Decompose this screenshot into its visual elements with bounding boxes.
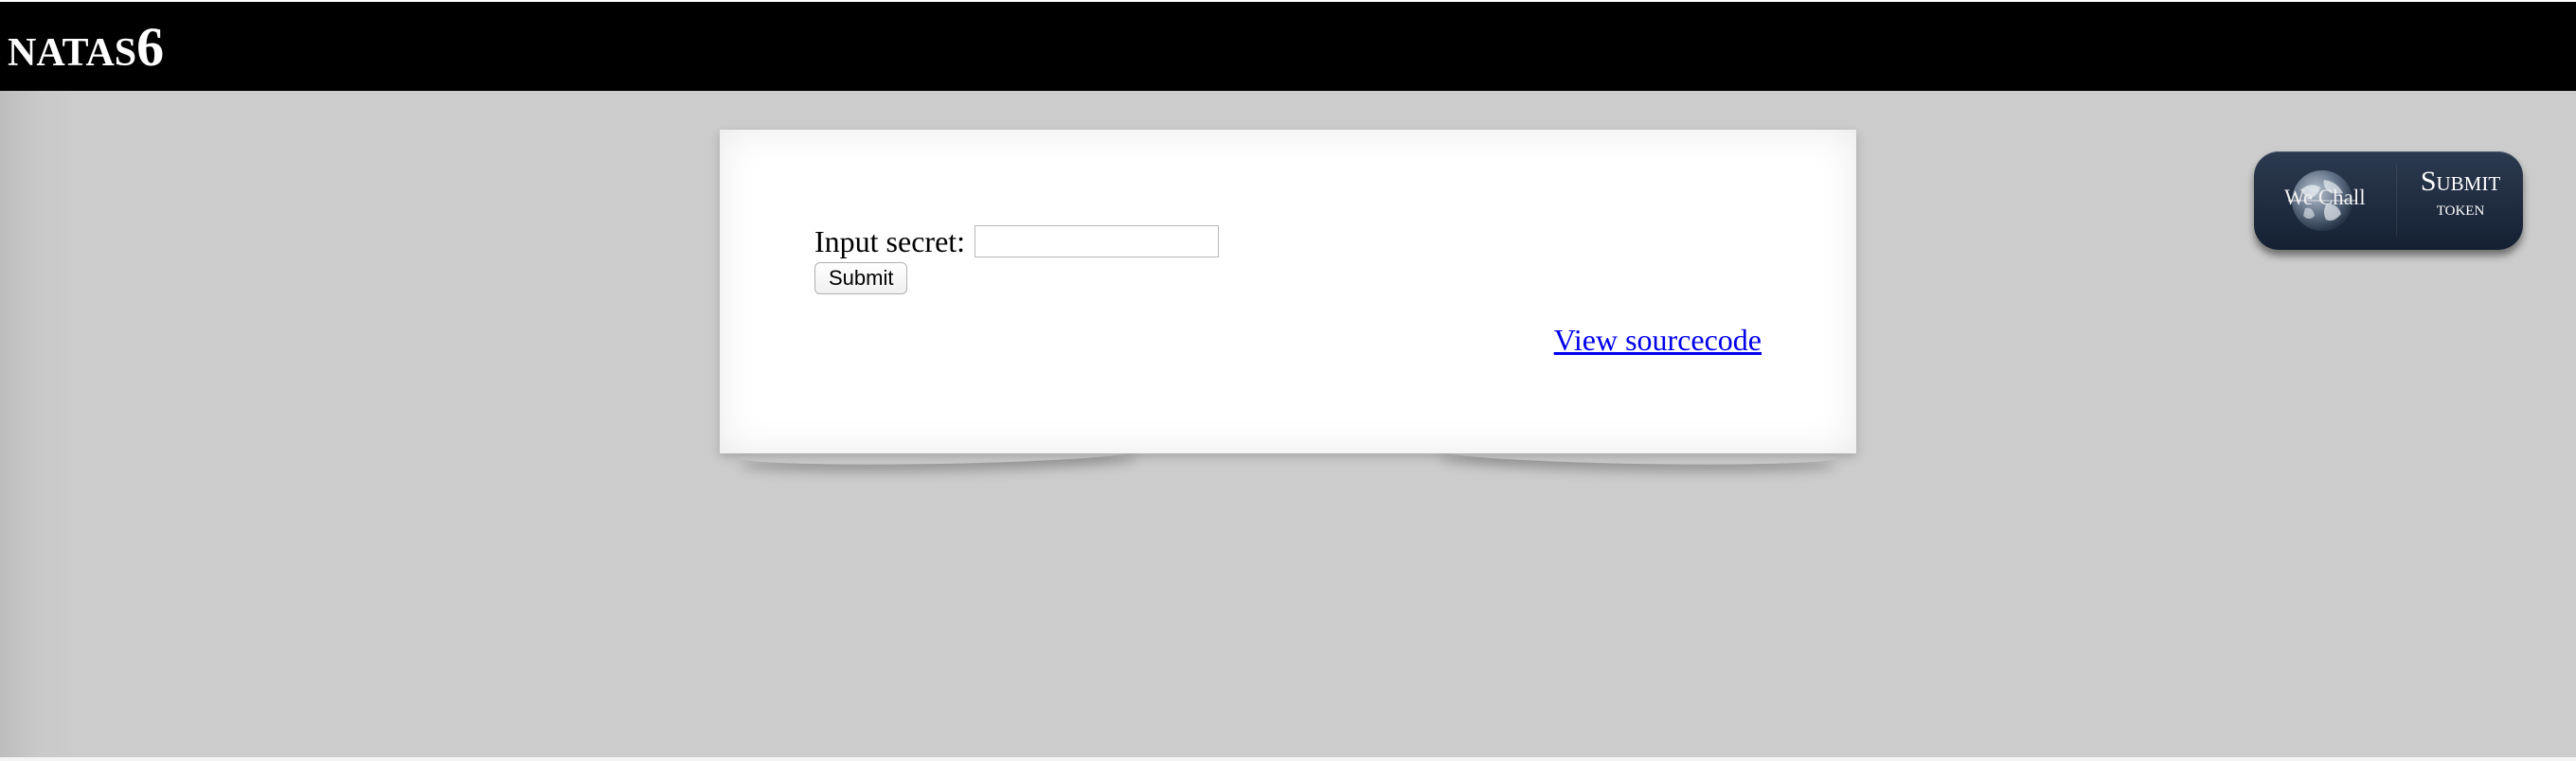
- content-card: Input secret: Submit View sourcecode: [720, 130, 1856, 453]
- secret-form: Input secret: Submit: [814, 223, 1220, 294]
- page-title: NATAS6: [8, 15, 164, 79]
- title-number: 6: [136, 16, 165, 78]
- secret-input[interactable]: [975, 225, 1220, 257]
- wechall-submit-token-button[interactable]: We Chall Submit token: [2254, 151, 2523, 250]
- submit-token-line2: token: [2436, 195, 2485, 220]
- view-sourcecode-link[interactable]: View sourcecode: [1554, 323, 1762, 358]
- submit-token-line1: Submit: [2420, 166, 2501, 197]
- submit-button[interactable]: Submit: [814, 262, 908, 294]
- button-divider: [2396, 165, 2397, 237]
- bottom-strip: [0, 757, 2576, 761]
- header-bar: NATAS6: [0, 0, 2576, 91]
- title-main: NATAS: [8, 31, 137, 75]
- wechall-brand: We Chall: [2284, 186, 2366, 209]
- secret-label: Input secret:: [814, 223, 966, 258]
- secret-row: Input secret:: [814, 223, 1220, 258]
- submit-token-label: Submit token: [2404, 167, 2517, 219]
